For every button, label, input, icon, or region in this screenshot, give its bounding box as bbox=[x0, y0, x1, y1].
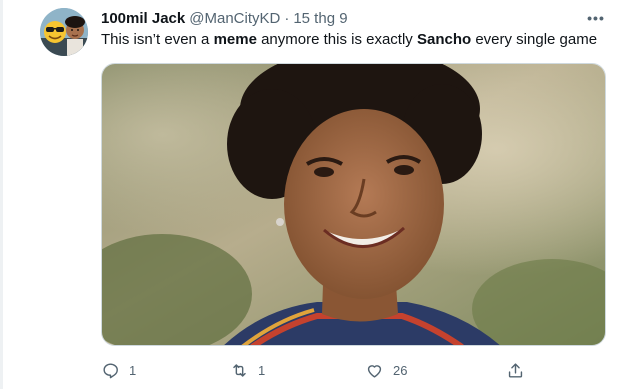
retweet-count: 1 bbox=[258, 362, 266, 378]
tweet-text: This isn’t even a meme anymore this is e… bbox=[101, 30, 614, 50]
share-button[interactable] bbox=[506, 358, 534, 382]
author-name[interactable]: 100mil Jack bbox=[101, 9, 185, 29]
author-handle[interactable]: @ManCityKD bbox=[189, 9, 280, 29]
reply-count: 1 bbox=[129, 362, 137, 378]
tweet-media-photo[interactable] bbox=[101, 63, 606, 346]
avatar[interactable] bbox=[40, 8, 88, 56]
tweet-text-part: every single game bbox=[471, 31, 598, 48]
reply-icon bbox=[103, 362, 118, 378]
tweet-actions: 1 1 26 bbox=[101, 358, 531, 382]
tweet-text-bold: Sancho bbox=[416, 31, 472, 48]
tweet-timestamp[interactable]: 15 thg 9 bbox=[293, 9, 347, 29]
like-count: 26 bbox=[393, 362, 408, 378]
retweet-button[interactable]: 1 bbox=[230, 358, 265, 382]
more-options-icon[interactable]: ••• bbox=[586, 8, 606, 28]
tweet-text-part: This isn’t even a bbox=[101, 31, 214, 48]
retweet-icon bbox=[233, 363, 246, 377]
tweet[interactable]: 100mil Jack @ManCityKD · 15 thg 9 ••• Th… bbox=[0, 0, 630, 389]
tweet-text-bold: meme bbox=[213, 31, 257, 48]
share-icon bbox=[508, 362, 523, 378]
like-button[interactable]: 26 bbox=[365, 358, 407, 382]
heart-icon bbox=[367, 364, 382, 378]
tweet-text-part: anymore this is exactly bbox=[256, 31, 417, 48]
reply-button[interactable]: 1 bbox=[101, 358, 136, 382]
separator-dot: · bbox=[284, 10, 290, 27]
tweet-header: 100mil Jack @ManCityKD · 15 thg 9 bbox=[101, 9, 610, 29]
